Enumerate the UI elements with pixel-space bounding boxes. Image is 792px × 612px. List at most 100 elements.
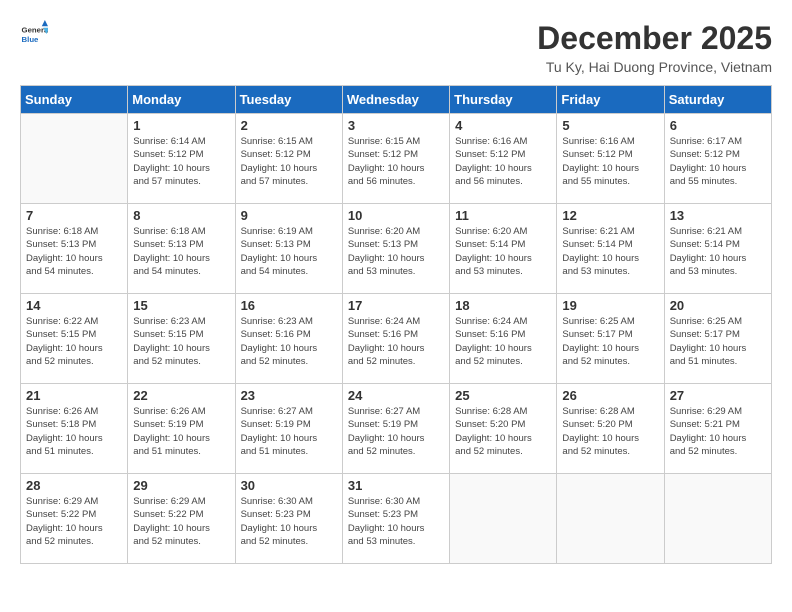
day-number: 19 bbox=[562, 298, 658, 313]
weekday-header: Friday bbox=[557, 86, 664, 114]
day-info: Sunrise: 6:25 AMSunset: 5:17 PMDaylight:… bbox=[562, 315, 658, 368]
day-info: Sunrise: 6:22 AMSunset: 5:15 PMDaylight:… bbox=[26, 315, 122, 368]
day-info: Sunrise: 6:24 AMSunset: 5:16 PMDaylight:… bbox=[455, 315, 551, 368]
calendar-cell bbox=[450, 474, 557, 564]
day-number: 11 bbox=[455, 208, 551, 223]
day-info: Sunrise: 6:29 AMSunset: 5:21 PMDaylight:… bbox=[670, 405, 766, 458]
day-number: 15 bbox=[133, 298, 229, 313]
calendar-cell: 9 Sunrise: 6:19 AMSunset: 5:13 PMDaylight… bbox=[235, 204, 342, 294]
day-number: 17 bbox=[348, 298, 444, 313]
calendar-cell bbox=[21, 114, 128, 204]
calendar-cell: 26 Sunrise: 6:28 AMSunset: 5:20 PMDayligh… bbox=[557, 384, 664, 474]
calendar-cell: 3 Sunrise: 6:15 AMSunset: 5:12 PMDaylight… bbox=[342, 114, 449, 204]
calendar-header-row: SundayMondayTuesdayWednesdayThursdayFrid… bbox=[21, 86, 772, 114]
day-number: 10 bbox=[348, 208, 444, 223]
calendar-week-row: 1 Sunrise: 6:14 AMSunset: 5:12 PMDaylight… bbox=[21, 114, 772, 204]
day-info: Sunrise: 6:28 AMSunset: 5:20 PMDaylight:… bbox=[562, 405, 658, 458]
day-info: Sunrise: 6:28 AMSunset: 5:20 PMDaylight:… bbox=[455, 405, 551, 458]
day-number: 16 bbox=[241, 298, 337, 313]
day-info: Sunrise: 6:25 AMSunset: 5:17 PMDaylight:… bbox=[670, 315, 766, 368]
calendar-cell: 4 Sunrise: 6:16 AMSunset: 5:12 PMDaylight… bbox=[450, 114, 557, 204]
day-number: 20 bbox=[670, 298, 766, 313]
title-block: December 2025 Tu Ky, Hai Duong Province,… bbox=[537, 20, 772, 75]
day-number: 9 bbox=[241, 208, 337, 223]
weekday-header: Tuesday bbox=[235, 86, 342, 114]
day-number: 22 bbox=[133, 388, 229, 403]
day-info: Sunrise: 6:14 AMSunset: 5:12 PMDaylight:… bbox=[133, 135, 229, 188]
calendar-cell: 6 Sunrise: 6:17 AMSunset: 5:12 PMDaylight… bbox=[664, 114, 771, 204]
calendar-cell: 17Sunrise: 6:24 AMSunset: 5:16 PMDayligh… bbox=[342, 294, 449, 384]
day-number: 31 bbox=[348, 478, 444, 493]
day-info: Sunrise: 6:15 AMSunset: 5:12 PMDaylight:… bbox=[241, 135, 337, 188]
day-info: Sunrise: 6:27 AMSunset: 5:19 PMDaylight:… bbox=[241, 405, 337, 458]
calendar-cell: 5Sunrise: 6:16 AMSunset: 5:12 PMDaylight… bbox=[557, 114, 664, 204]
calendar-cell: 30 Sunrise: 6:30 AMSunset: 5:23 PMDayligh… bbox=[235, 474, 342, 564]
day-number: 25 bbox=[455, 388, 551, 403]
day-number: 13 bbox=[670, 208, 766, 223]
weekday-header: Wednesday bbox=[342, 86, 449, 114]
day-info: Sunrise: 6:17 AMSunset: 5:12 PMDaylight:… bbox=[670, 135, 766, 188]
day-number: 30 bbox=[241, 478, 337, 493]
day-info: Sunrise: 6:15 AMSunset: 5:12 PMDaylight:… bbox=[348, 135, 444, 188]
calendar-cell: 2 Sunrise: 6:15 AMSunset: 5:12 PMDaylight… bbox=[235, 114, 342, 204]
day-number: 24 bbox=[348, 388, 444, 403]
day-number: 28 bbox=[26, 478, 122, 493]
day-info: Sunrise: 6:20 AMSunset: 5:14 PMDaylight:… bbox=[455, 225, 551, 278]
day-info: Sunrise: 6:19 AMSunset: 5:13 PMDaylight:… bbox=[241, 225, 337, 278]
day-number: 4 bbox=[455, 118, 551, 133]
calendar-cell: 19 Sunrise: 6:25 AMSunset: 5:17 PMDayligh… bbox=[557, 294, 664, 384]
calendar-cell: 31Sunrise: 6:30 AMSunset: 5:23 PMDayligh… bbox=[342, 474, 449, 564]
calendar-subtitle: Tu Ky, Hai Duong Province, Vietnam bbox=[537, 59, 772, 75]
day-number: 12 bbox=[562, 208, 658, 223]
day-info: Sunrise: 6:27 AMSunset: 5:19 PMDaylight:… bbox=[348, 405, 444, 458]
calendar-cell: 22 Sunrise: 6:26 AMSunset: 5:19 PMDayligh… bbox=[128, 384, 235, 474]
calendar-cell: 24 Sunrise: 6:27 AMSunset: 5:19 PMDayligh… bbox=[342, 384, 449, 474]
day-number: 2 bbox=[241, 118, 337, 133]
calendar-cell: 18 Sunrise: 6:24 AMSunset: 5:16 PMDayligh… bbox=[450, 294, 557, 384]
day-info: Sunrise: 6:26 AMSunset: 5:19 PMDaylight:… bbox=[133, 405, 229, 458]
day-number: 29 bbox=[133, 478, 229, 493]
day-number: 14 bbox=[26, 298, 122, 313]
day-info: Sunrise: 6:30 AMSunset: 5:23 PMDaylight:… bbox=[241, 495, 337, 548]
calendar-week-row: 14 Sunrise: 6:22 AMSunset: 5:15 PMDayligh… bbox=[21, 294, 772, 384]
calendar-cell: 13 Sunrise: 6:21 AMSunset: 5:14 PMDayligh… bbox=[664, 204, 771, 294]
page-header: General Blue December 2025 Tu Ky, Hai Du… bbox=[20, 20, 772, 75]
day-info: Sunrise: 6:18 AMSunset: 5:13 PMDaylight:… bbox=[26, 225, 122, 278]
day-number: 3 bbox=[348, 118, 444, 133]
weekday-header: Monday bbox=[128, 86, 235, 114]
day-info: Sunrise: 6:21 AMSunset: 5:14 PMDaylight:… bbox=[670, 225, 766, 278]
day-info: Sunrise: 6:21 AMSunset: 5:14 PMDaylight:… bbox=[562, 225, 658, 278]
calendar-cell: 29 Sunrise: 6:29 AMSunset: 5:22 PMDayligh… bbox=[128, 474, 235, 564]
svg-text:Blue: Blue bbox=[22, 35, 40, 44]
calendar-week-row: 7 Sunrise: 6:18 AMSunset: 5:13 PMDaylight… bbox=[21, 204, 772, 294]
calendar-cell: 8 Sunrise: 6:18 AMSunset: 5:13 PMDaylight… bbox=[128, 204, 235, 294]
day-number: 6 bbox=[670, 118, 766, 133]
day-number: 8 bbox=[133, 208, 229, 223]
day-info: Sunrise: 6:18 AMSunset: 5:13 PMDaylight:… bbox=[133, 225, 229, 278]
day-info: Sunrise: 6:29 AMSunset: 5:22 PMDaylight:… bbox=[133, 495, 229, 548]
calendar-week-row: 21Sunrise: 6:26 AMSunset: 5:18 PMDayligh… bbox=[21, 384, 772, 474]
day-number: 1 bbox=[133, 118, 229, 133]
logo: General Blue bbox=[20, 20, 48, 48]
calendar-title: December 2025 bbox=[537, 20, 772, 57]
calendar-cell: 28 Sunrise: 6:29 AMSunset: 5:22 PMDayligh… bbox=[21, 474, 128, 564]
day-number: 5 bbox=[562, 118, 658, 133]
calendar-body: 1 Sunrise: 6:14 AMSunset: 5:12 PMDaylight… bbox=[21, 114, 772, 564]
day-number: 23 bbox=[241, 388, 337, 403]
calendar-cell: 11 Sunrise: 6:20 AMSunset: 5:14 PMDayligh… bbox=[450, 204, 557, 294]
day-info: Sunrise: 6:26 AMSunset: 5:18 PMDaylight:… bbox=[26, 405, 122, 458]
weekday-header: Thursday bbox=[450, 86, 557, 114]
day-number: 7 bbox=[26, 208, 122, 223]
day-number: 26 bbox=[562, 388, 658, 403]
weekday-header: Saturday bbox=[664, 86, 771, 114]
svg-text:General: General bbox=[22, 25, 48, 34]
calendar-cell: 23 Sunrise: 6:27 AMSunset: 5:19 PMDayligh… bbox=[235, 384, 342, 474]
calendar-table: SundayMondayTuesdayWednesdayThursdayFrid… bbox=[20, 85, 772, 564]
calendar-cell: 27Sunrise: 6:29 AMSunset: 5:21 PMDayligh… bbox=[664, 384, 771, 474]
calendar-cell: 21Sunrise: 6:26 AMSunset: 5:18 PMDayligh… bbox=[21, 384, 128, 474]
day-info: Sunrise: 6:29 AMSunset: 5:22 PMDaylight:… bbox=[26, 495, 122, 548]
day-info: Sunrise: 6:16 AMSunset: 5:12 PMDaylight:… bbox=[455, 135, 551, 188]
day-number: 18 bbox=[455, 298, 551, 313]
calendar-cell: 1 Sunrise: 6:14 AMSunset: 5:12 PMDaylight… bbox=[128, 114, 235, 204]
calendar-cell: 25 Sunrise: 6:28 AMSunset: 5:20 PMDayligh… bbox=[450, 384, 557, 474]
